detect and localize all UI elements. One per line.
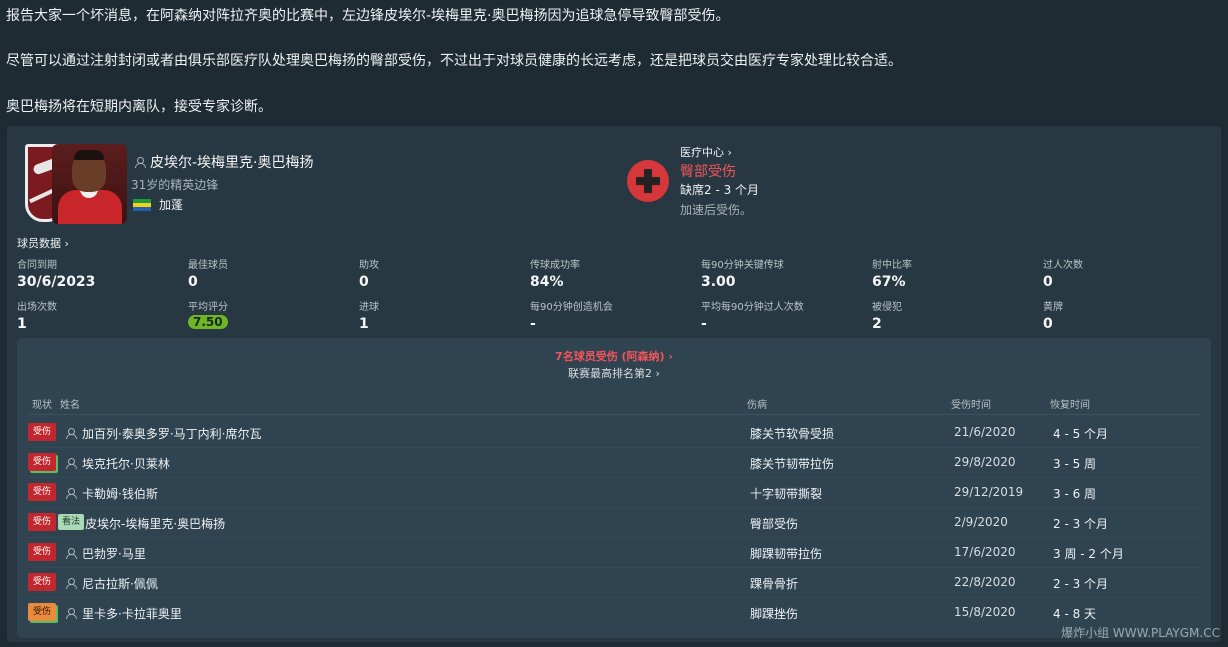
- row-recovery: 3 - 6 周: [1053, 487, 1097, 501]
- row-injury: 十字韧带撕裂: [750, 487, 823, 501]
- news-line-2: 尽管可以通过注射封闭或者由俱乐部医疗队处理奥巴梅扬的臀部受伤，不过出于对球员健康…: [6, 53, 902, 69]
- row-injury: 臀部受伤: [750, 517, 799, 531]
- player-nation[interactable]: 加蓬: [133, 196, 183, 213]
- stat-appearances: 出场次数 1: [17, 302, 57, 332]
- row-recovery: 2 - 3 个月: [1053, 577, 1109, 591]
- row-date: 17/6/2020: [954, 545, 1016, 559]
- stat-dribbles-per-90: 平均每90分钟过人次数 -: [701, 302, 804, 332]
- person-icon: [135, 157, 146, 168]
- medical-cross-icon: [627, 160, 669, 202]
- stat-yellow-cards: 黄牌 0: [1043, 302, 1063, 332]
- row-player-name[interactable]: 巴勃罗·马里: [82, 545, 146, 562]
- row-date: 21/6/2020: [954, 425, 1016, 439]
- status-badge: 受伤: [28, 423, 56, 441]
- person-icon: [66, 428, 77, 439]
- injury-duration: 缺席2 - 3 个月: [680, 183, 760, 197]
- status-badge: 受伤: [28, 543, 56, 561]
- stat-dribbles: 过人次数 0: [1043, 260, 1083, 290]
- status-badge: 受伤: [28, 513, 56, 531]
- nation-name: 加蓬: [159, 198, 184, 212]
- table-row[interactable]: 受伤 卡勒姆·钱伯斯 十字韧带撕裂 29/12/2019 3 - 6 周: [17, 478, 1211, 508]
- row-recovery: 4 - 8 天: [1053, 607, 1097, 621]
- person-icon: [66, 548, 77, 559]
- row-date: 2/9/2020: [954, 515, 1008, 529]
- status-badge: 受伤: [28, 573, 56, 591]
- stat-player-of-match: 最佳球员 0: [188, 260, 228, 290]
- row-player-name[interactable]: 卡勒姆·钱伯斯: [82, 485, 158, 502]
- gabon-flag-icon: [133, 198, 151, 211]
- rating-badge: 7.50: [188, 315, 228, 329]
- header-recovery[interactable]: 恢复时间: [1050, 396, 1090, 411]
- player-injury-card: 皮埃尔-埃梅里克·奥巴梅扬 31岁的精英边锋 加蓬 医疗中心 › 臀部受伤 缺席…: [7, 126, 1221, 642]
- opinion-tag[interactable]: 看法: [58, 514, 84, 530]
- player-name: 皮埃尔-埃梅里克·奥巴梅扬: [150, 155, 314, 171]
- injury-note: 加速后受伤。: [680, 203, 753, 217]
- league-rank-link[interactable]: 联赛最高排名第2 ›: [17, 365, 1211, 381]
- row-date: 29/8/2020: [954, 455, 1016, 469]
- table-row[interactable]: 受伤 里卡多·卡拉菲奥里 脚踝挫伤 15/8/2020 4 - 8 天: [17, 598, 1211, 628]
- stat-goals: 进球 1: [359, 302, 379, 332]
- stat-chances-created: 每90分钟创造机会 -: [530, 302, 613, 332]
- player-stats-link[interactable]: 球员数据 ›: [17, 235, 69, 251]
- medical-center-link[interactable]: 医疗中心 ›: [680, 144, 732, 160]
- player-name-link[interactable]: 皮埃尔-埃梅里克·奥巴梅扬: [135, 152, 314, 172]
- row-recovery: 4 - 5 个月: [1053, 427, 1109, 441]
- person-icon: [66, 608, 77, 619]
- row-date: 22/8/2020: [954, 575, 1016, 589]
- row-injury: 脚踝韧带拉伤: [750, 547, 823, 561]
- header-status[interactable]: 现状: [32, 396, 52, 411]
- news-line-1: 报告大家一个坏消息，在阿森纳对阵拉齐奥的比赛中，左边锋皮埃尔-埃梅里克·奥巴梅扬…: [6, 8, 730, 24]
- status-badge: 受伤: [28, 603, 56, 621]
- row-injury: 脚踝挫伤: [750, 607, 799, 621]
- stat-fouled: 被侵犯 2: [872, 302, 902, 332]
- stat-shot-accuracy: 射中比率 67%: [872, 260, 912, 290]
- row-injury: 膝关节韧带拉伤: [750, 457, 835, 471]
- status-badge: 受伤: [28, 453, 56, 471]
- player-photo[interactable]: [52, 144, 127, 224]
- header-name[interactable]: 姓名: [60, 396, 80, 411]
- stat-key-passes: 每90分钟关键传球 3.00: [701, 260, 784, 290]
- row-player-name[interactable]: 尼古拉斯·佩佩: [82, 575, 158, 592]
- stat-contract: 合同到期 30/6/2023: [17, 260, 96, 290]
- injury-type: 臀部受伤: [680, 164, 736, 180]
- table-row[interactable]: 受伤 尼古拉斯·佩佩 踝骨骨折 22/8/2020 2 - 3 个月: [17, 568, 1211, 598]
- injured-count-link[interactable]: 7名球员受伤 (阿森纳) ›: [17, 348, 1211, 364]
- stat-average-rating: 平均评分 7.50: [188, 302, 228, 329]
- row-recovery: 2 - 3 个月: [1053, 517, 1109, 531]
- row-player-name[interactable]: 里卡多·卡拉菲奥里: [82, 605, 182, 622]
- row-player-name[interactable]: 埃克托尔·贝莱林: [82, 455, 170, 472]
- row-date: 15/8/2020: [954, 605, 1016, 619]
- table-row[interactable]: 受伤 埃克托尔·贝莱林 膝关节韧带拉伤 29/8/2020 3 - 5 周: [17, 448, 1211, 478]
- row-player-name[interactable]: 加百列·泰奥多罗·马丁内利·席尔瓦: [82, 425, 261, 442]
- row-date: 29/12/2019: [954, 485, 1024, 499]
- row-recovery: 3 周 - 2 个月: [1053, 547, 1124, 561]
- player-description: 31岁的精英边锋: [131, 178, 219, 192]
- news-line-3: 奥巴梅扬将在短期内离队，接受专家诊断。: [6, 99, 272, 115]
- row-recovery: 3 - 5 周: [1053, 457, 1097, 471]
- row-injury: 膝关节软骨受损: [750, 427, 835, 441]
- row-player-name[interactable]: 皮埃尔-埃梅里克·奥巴梅扬: [85, 515, 225, 532]
- table-row[interactable]: 受伤 看法 皮埃尔-埃梅里克·奥巴梅扬 臀部受伤 2/9/2020 2 - 3 …: [17, 508, 1211, 538]
- stat-assists: 助攻 0: [359, 260, 379, 290]
- stat-pass-completion: 传球成功率 84%: [530, 260, 580, 290]
- person-icon: [66, 458, 77, 469]
- status-badge: 受伤: [28, 483, 56, 501]
- row-injury: 踝骨骨折: [750, 577, 799, 591]
- header-injury-time[interactable]: 受伤时间: [951, 396, 991, 411]
- person-icon: [66, 578, 77, 589]
- injury-list-panel: 7名球员受伤 (阿森纳) › 联赛最高排名第2 › 现状 姓名 伤病 受伤时间 …: [17, 338, 1211, 638]
- header-injury[interactable]: 伤病: [747, 396, 767, 411]
- person-icon: [66, 488, 77, 499]
- site-watermark: 爆炸小组 WWW.PLAYGM.CC: [1061, 626, 1220, 640]
- table-row[interactable]: 受伤 加百列·泰奥多罗·马丁内利·席尔瓦 膝关节软骨受损 21/6/2020 4…: [17, 418, 1211, 448]
- table-row[interactable]: 受伤 巴勃罗·马里 脚踝韧带拉伤 17/6/2020 3 周 - 2 个月: [17, 538, 1211, 568]
